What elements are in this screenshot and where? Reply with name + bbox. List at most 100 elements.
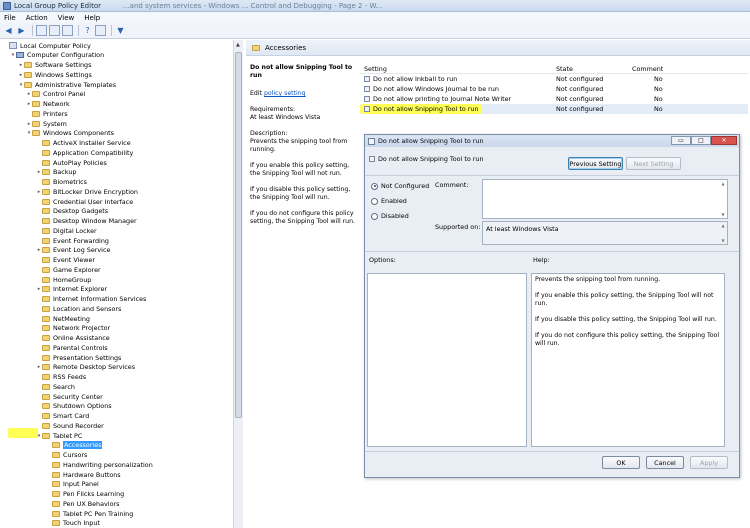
radio-not-configured[interactable]: Not Configured [371, 182, 429, 190]
tree-item[interactable]: ▸ Event Log Service [36, 246, 111, 255]
radio-disabled[interactable]: Disabled [371, 212, 409, 220]
tree-item[interactable]: ▸ System [26, 119, 67, 128]
folder-icon [42, 247, 50, 254]
tree-item[interactable]: Parental Controls [36, 343, 108, 352]
tree-item[interactable]: Cursors [46, 451, 87, 460]
tree-item[interactable]: NetMeeting [36, 314, 90, 323]
tree-item[interactable]: Credential User Interface [36, 197, 133, 206]
ok-button[interactable]: OK [602, 456, 640, 469]
tree-item[interactable]: Presentation Settings [36, 353, 121, 362]
back-arrow-icon[interactable]: ◀ [3, 25, 14, 36]
next-setting-button[interactable]: Next Setting [626, 157, 681, 170]
tree-item[interactable]: Network Projector [36, 324, 110, 333]
tree-scrollbar[interactable]: ▲ [233, 40, 243, 528]
scroll-up-icon[interactable]: ▲ [720, 223, 726, 228]
show-hide-tree-icon[interactable] [49, 25, 60, 36]
edit-policy-link[interactable]: policy setting [264, 90, 306, 97]
scroll-up-icon[interactable]: ▲ [236, 42, 240, 48]
tree-item[interactable]: ▸ Software Settings [18, 61, 92, 70]
folder-icon [24, 71, 32, 78]
column-state[interactable]: State [556, 65, 573, 73]
tree-item[interactable]: Digital Locker [36, 226, 97, 235]
tree-item-label: RSS Feeds [53, 373, 87, 381]
tree-item[interactable]: ▸ Network [26, 100, 70, 109]
tree-item[interactable]: Internet Information Services [36, 295, 146, 304]
tree-item[interactable]: Event Viewer [36, 256, 95, 265]
tree-item[interactable]: RSS Feeds [36, 373, 86, 382]
maximize-icon[interactable]: □ [691, 136, 711, 145]
settings-row[interactable]: Do not allow printing to Journal Note Wr… [360, 94, 748, 104]
tree-item[interactable]: Security Center [36, 392, 103, 401]
tree-item-label: BitLocker Drive Encryption [53, 187, 138, 196]
cancel-button[interactable]: Cancel [646, 456, 684, 469]
radio-enabled[interactable]: Enabled [371, 197, 407, 205]
up-folder-icon[interactable] [36, 25, 47, 36]
tree-item[interactable]: Pen UX Behaviors [46, 499, 119, 508]
settings-row[interactable]: Do not allow Inkball to run Not configur… [360, 74, 748, 84]
tree-item[interactable]: ▸ BitLocker Drive Encryption [36, 187, 138, 196]
tree-item[interactable]: Accessories [46, 441, 103, 450]
menu-action[interactable]: Action [26, 14, 48, 22]
menu-file[interactable]: File [4, 14, 16, 22]
folder-icon [32, 110, 40, 117]
filter-icon[interactable]: ▼ [115, 25, 126, 36]
tree-item[interactable]: ActiveX Installer Service [36, 139, 131, 148]
tree-item[interactable]: Local Computer Policy [3, 41, 91, 50]
minimize-icon[interactable]: ▭ [671, 136, 691, 145]
scroll-up-icon[interactable]: ▲ [720, 181, 726, 186]
tree-item[interactable]: Desktop Window Manager [36, 217, 137, 226]
menu-view[interactable]: View [58, 14, 75, 22]
tree-item[interactable]: Printers [26, 109, 68, 118]
tree-item[interactable]: Handwriting personalization [46, 460, 153, 469]
tree-item[interactable]: ▾ Windows Components [26, 129, 114, 138]
tree-item[interactable]: Smart Card [36, 412, 89, 421]
previous-setting-button[interactable]: Previous Setting [568, 157, 623, 170]
scroll-down-icon[interactable]: ▼ [720, 212, 726, 217]
tree-item[interactable]: Tablet PC Pen Training [46, 509, 133, 518]
comment-textarea[interactable]: ▲ ▼ [482, 179, 728, 219]
tree-item-label: Credential User Interface [53, 197, 134, 206]
tree-item[interactable]: Hardware Buttons [46, 470, 121, 479]
tree-item-label: Parental Controls [53, 343, 108, 352]
extended-description: Do not allow Snipping Tool to run Edit p… [250, 64, 360, 234]
tree-item[interactable]: ▸ Windows Settings [18, 70, 92, 79]
tree-item[interactable]: Desktop Gadgets [36, 207, 108, 216]
scrollbar-thumb[interactable] [235, 52, 242, 418]
tree-item[interactable]: ▸ Remote Desktop Services [36, 363, 135, 372]
tree-item[interactable]: HomeGroup [36, 275, 91, 284]
export-list-icon[interactable] [62, 25, 73, 36]
tree-item[interactable]: AutoPlay Policies [36, 158, 107, 167]
tree-item[interactable]: Online Assistance [36, 334, 110, 343]
tree-item[interactable]: Pen Flicks Learning [46, 490, 124, 499]
folder-icon [42, 305, 50, 312]
tree-item[interactable]: ▸ Control Panel [26, 90, 86, 99]
scroll-down-icon[interactable]: ▼ [720, 238, 726, 243]
tree-item[interactable]: ▾ Computer Configuration [10, 51, 104, 60]
column-setting[interactable]: Setting [364, 65, 387, 73]
tree-item[interactable]: Game Explorer [36, 265, 101, 274]
close-icon[interactable]: ✕ [711, 136, 737, 145]
column-comment[interactable]: Comment [632, 65, 663, 73]
tree-item[interactable]: Sound Recorder [36, 421, 104, 430]
radio-dot-icon [371, 182, 378, 190]
tree-item[interactable]: Location and Sensors [36, 304, 121, 313]
tree-item[interactable]: Touch Input [46, 519, 100, 528]
tree-item[interactable]: Search [36, 382, 75, 391]
tree-item[interactable]: Event Forwarding [36, 236, 109, 245]
tree-item[interactable]: Biometrics [36, 178, 87, 187]
tree-item[interactable]: ▸ Backup [36, 168, 77, 177]
tree-item-label: Control Panel [43, 90, 86, 99]
tree-item[interactable]: Shutdown Options [36, 402, 112, 411]
forward-arrow-icon[interactable]: ▶ [16, 25, 27, 36]
tree-item[interactable]: Input Panel [46, 480, 99, 489]
settings-row[interactable]: Do not allow Windows Journal to be run N… [360, 84, 748, 94]
tree-item[interactable]: ▾ Administrative Templates [18, 80, 116, 89]
menu-help[interactable]: Help [84, 14, 100, 22]
apply-button[interactable]: Apply [690, 456, 728, 469]
help-icon[interactable]: ? [82, 25, 93, 36]
tree-item[interactable]: ▾ Tablet PC [36, 431, 83, 440]
properties-icon[interactable] [95, 25, 106, 36]
tree-item[interactable]: ▸ Internet Explorer [36, 285, 107, 294]
tree-item[interactable]: Application Compatibility [36, 148, 133, 157]
settings-row-selected[interactable]: Do not allow Snipping Tool to run Not co… [360, 104, 748, 114]
